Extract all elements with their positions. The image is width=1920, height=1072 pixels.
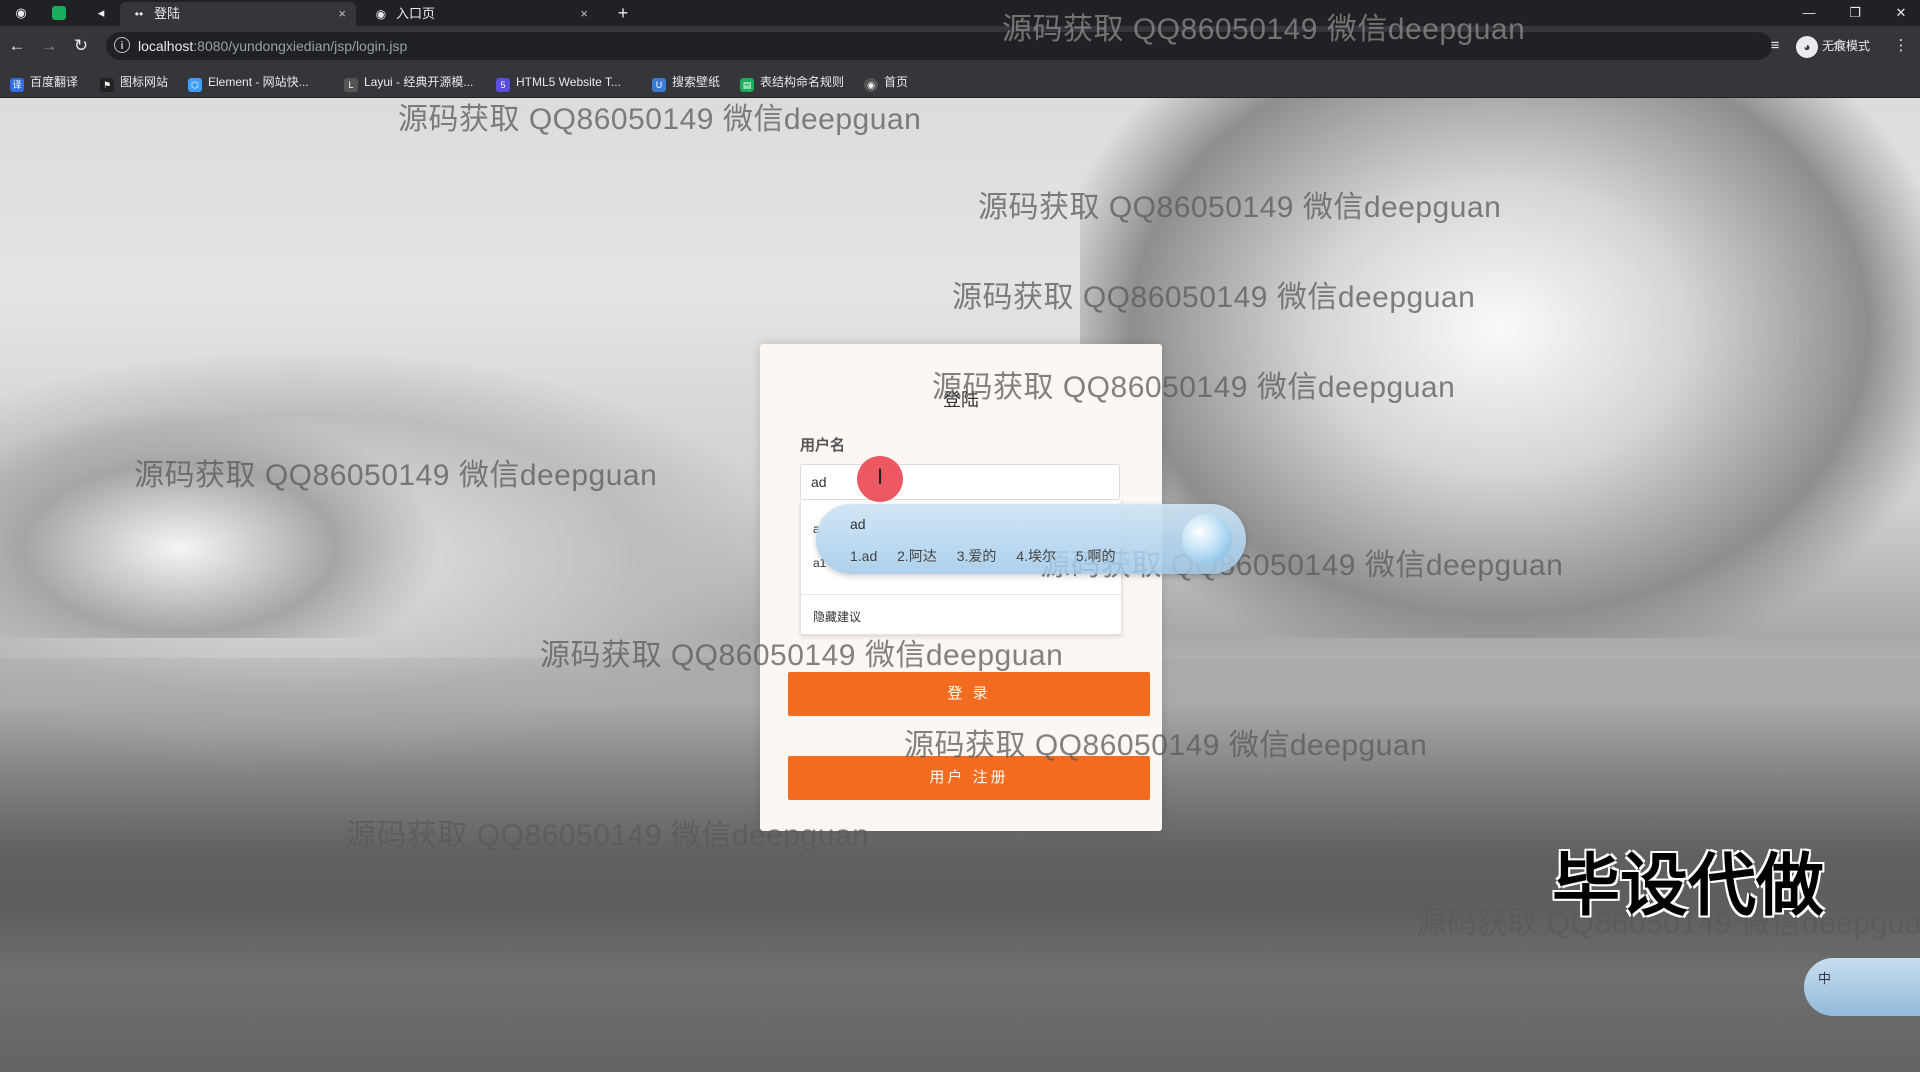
minimize-button[interactable]: — <box>1794 2 1824 24</box>
bookmark-html5[interactable]: 5 HTML5 Website T... <box>496 72 621 92</box>
globe-icon: ◉ <box>864 78 878 92</box>
bookmark-label: HTML5 Website T... <box>516 75 621 89</box>
globe-icon: ◉ <box>375 7 387 21</box>
text-cursor-icon: I <box>876 464 884 489</box>
tab-entry[interactable]: ◉ 入口页 × <box>362 2 598 26</box>
bookmark-label: 首页 <box>884 75 909 89</box>
bookmark-label: 表结构命名规则 <box>760 75 845 89</box>
wallpaper-icon: U <box>652 78 666 92</box>
browser-toolbar: ← → ↻ i localhost:8080/yundongxiedian/js… <box>0 26 1920 66</box>
info-icon[interactable]: i <box>114 37 130 53</box>
url-text[interactable]: localhost:8080/yundongxiedian/jsp/login.… <box>138 32 407 60</box>
watermark: 源码获取 QQ86050149 微信deepguan <box>952 281 1476 314</box>
close-icon[interactable]: × <box>580 2 588 26</box>
bookmark-layui[interactable]: L Layui - 经典开源模... <box>344 72 473 92</box>
bookmark-label: Element - 网站快... <box>208 75 309 89</box>
speaker-icon[interactable]: ◂ <box>92 4 110 22</box>
watermark: 源码获取 QQ86050149 微信deepguan <box>904 729 1428 762</box>
back-icon[interactable]: ← <box>6 35 28 57</box>
flag-icon: ⚑ <box>100 78 114 92</box>
watermark: 源码获取 QQ86050149 微信deepguan <box>1002 13 1526 46</box>
bookmark-wallpaper[interactable]: U 搜索壁纸 <box>652 72 720 92</box>
sheet-icon: ▤ <box>740 78 754 92</box>
url-host: localhost <box>138 38 194 54</box>
tab-entry-label: 入口页 <box>396 6 436 21</box>
translate-icon: 译 <box>10 78 24 92</box>
bookmark-icon-site[interactable]: ⚑ 图标网站 <box>100 72 168 92</box>
ime-candidate[interactable]: 5.啊的 <box>1076 548 1116 564</box>
incognito-label: 无痕模式 <box>1822 39 1871 53</box>
close-window-button[interactable]: ✕ <box>1886 2 1916 24</box>
reload-icon[interactable]: ↻ <box>70 35 92 57</box>
bookmark-naming-rules[interactable]: ▤ 表结构命名规则 <box>740 72 844 92</box>
ime-composition: ad <box>850 516 866 532</box>
ime-candidate-bar: ad 1.ad 2.阿达 3.爱的 4.埃尔 5.啊的 <box>816 504 1246 574</box>
ime-status-widget[interactable]: 中 <box>1804 958 1920 1016</box>
bookmark-element[interactable]: ⬡ Element - 网站快... <box>188 72 309 92</box>
watermark: 源码获取 QQ86050149 微信deepguan <box>134 459 658 492</box>
layui-icon: L <box>344 78 358 92</box>
username-label: 用户名 <box>800 437 846 454</box>
element-icon: ⬡ <box>188 78 202 92</box>
tab-strip: ◉ ◂ •• 登陆 × ◉ 入口页 × + — ❐ ✕ <box>0 0 1920 26</box>
watermark: 源码获取 QQ86050149 微信deepguan <box>346 819 870 852</box>
background-trees <box>0 398 480 638</box>
url-path: :8080/yundongxiedian/jsp/login.jsp <box>193 38 408 54</box>
watermark: 源码获取 QQ86050149 微信deepguan <box>932 371 1456 404</box>
ime-candidate[interactable]: 1.ad <box>850 548 877 564</box>
incognito-indicator[interactable]: ◕ 无痕模式 <box>1796 34 1870 58</box>
watermark: 源码获取 QQ86050149 微信deepguan <box>398 103 922 136</box>
reading-list-icon[interactable]: ≡ <box>1764 35 1786 57</box>
new-tab-button[interactable]: + <box>612 2 634 24</box>
bookmark-home[interactable]: ◉ 首页 <box>864 72 908 92</box>
forward-icon[interactable]: → <box>38 35 60 57</box>
restore-button[interactable]: ❐ <box>1840 2 1870 24</box>
brand-overlay: 毕设代做 <box>1552 848 1825 924</box>
tab-login[interactable]: •• 登陆 × <box>120 2 356 26</box>
divider <box>801 594 1121 595</box>
ime-skin-icon <box>1182 514 1232 564</box>
incognito-icon: ◕ <box>1796 35 1818 58</box>
app-tab-icon[interactable] <box>52 6 66 20</box>
dots-icon: •• <box>134 7 144 21</box>
ime-candidate[interactable]: 4.埃尔 <box>1016 548 1056 564</box>
ime-candidate[interactable]: 3.爱的 <box>957 548 997 564</box>
watermark: 源码获取 QQ86050149 微信deepguan <box>978 191 1502 224</box>
bookmark-label: 百度翻译 <box>30 75 79 89</box>
login-button[interactable]: 登 录 <box>788 672 1150 716</box>
hide-suggestions[interactable]: 隐藏建议 <box>813 608 861 625</box>
ime-mode-label: 中 <box>1818 971 1832 986</box>
bookmark-baidu-translate[interactable]: 译百度翻译 <box>10 72 78 92</box>
bookmarks-bar: 译百度翻译 ⚑ 图标网站 ⬡ Element - 网站快... L Layui - 经… <box>0 66 1920 98</box>
watermark: 源码获取 QQ86050149 微信deepguan <box>540 639 1064 672</box>
close-icon[interactable]: × <box>338 2 346 26</box>
ime-candidate[interactable]: 2.阿达 <box>897 548 937 564</box>
bookmark-label: 搜索壁纸 <box>672 75 721 89</box>
bookmark-label: 图标网站 <box>120 75 169 89</box>
tab-login-label: 登陆 <box>154 6 181 21</box>
html5-icon: 5 <box>496 78 510 92</box>
bookmark-label: Layui - 经典开源模... <box>364 75 474 89</box>
chrome-icon[interactable]: ◉ <box>12 4 30 22</box>
ime-candidates: 1.ad 2.阿达 3.爱的 4.埃尔 5.啊的 <box>850 546 1132 566</box>
username-input[interactable] <box>800 464 1120 500</box>
menu-icon[interactable]: ⋮ <box>1890 35 1912 57</box>
